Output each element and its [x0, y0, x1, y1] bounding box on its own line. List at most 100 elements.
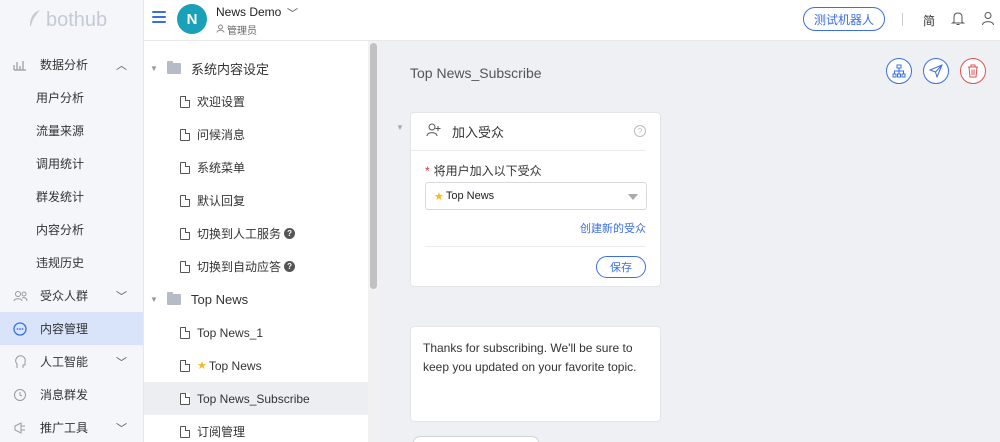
tree-item-system-menu[interactable]: 系统菜单 — [144, 151, 368, 184]
tree-item-label: 订阅管理 — [197, 425, 246, 439]
divider — [902, 13, 903, 26]
document-icon — [180, 326, 190, 339]
tree-item-greeting[interactable]: 问候消息 — [144, 118, 368, 151]
tree-item-label: Top News_Subscribe — [197, 391, 310, 406]
language-toggle[interactable]: 简 — [923, 12, 935, 29]
brand-name: bothub — [46, 8, 108, 31]
document-icon — [180, 260, 190, 273]
tree-item-switch-auto[interactable]: 切换到自动应答 ? — [144, 250, 368, 283]
audience-field-label: * 将用户加入以下受众 — [425, 162, 542, 179]
user-icon — [216, 24, 225, 35]
sidebar-subitem-traffic-source[interactable]: 流量来源 — [0, 114, 143, 147]
sidebar-item-label: 数据分析 — [40, 58, 89, 72]
tree-item-label: 系统菜单 — [197, 161, 246, 175]
tree-item-label: 问候消息 — [197, 128, 246, 142]
bot-role: 管理员 — [216, 22, 257, 37]
caret-down-icon: ▼ — [150, 64, 158, 73]
tree-item-subscription-management[interactable]: 订阅管理 — [144, 415, 368, 442]
help-icon[interactable]: ? — [284, 261, 296, 272]
sidebar-item-audience[interactable]: 受众人群 ﹀ — [0, 279, 143, 312]
tree-item-default-reply[interactable]: 默认回复 — [144, 184, 368, 217]
document-icon — [180, 392, 190, 405]
brain-icon — [12, 354, 28, 370]
sidebar-item-label: 推广工具 — [40, 421, 89, 435]
brand-logo[interactable]: bothub — [0, 0, 143, 40]
star-icon: ★ — [197, 360, 207, 372]
sidebar-subitem-content-analysis[interactable]: 内容分析 — [0, 213, 143, 246]
sidebar-subitem-violation-history[interactable]: 违规历史 — [0, 246, 143, 279]
scrollbar-thumb[interactable] — [370, 43, 377, 289]
sidebar-item-label: 受众人群 — [40, 289, 89, 303]
document-icon — [180, 95, 190, 108]
star-icon: ★ — [434, 190, 444, 203]
broadcast-icon — [12, 387, 28, 403]
sidebar-item-ai[interactable]: 人工智能 ﹀ — [0, 345, 143, 378]
send-icon[interactable] — [923, 58, 949, 84]
question-icon[interactable]: ? — [634, 125, 646, 137]
bot-name[interactable]: News Demo — [216, 5, 281, 19]
sidebar-item-content-management[interactable]: 内容管理 — [0, 312, 143, 345]
trash-icon[interactable] — [960, 58, 986, 84]
tree-item-welcome[interactable]: 欢迎设置 — [144, 85, 368, 118]
tree-item-label: 切换到人工服务 — [197, 227, 282, 241]
document-icon — [180, 227, 190, 240]
tree-item-label: 切换到自动应答 — [197, 260, 282, 274]
audience-field-text: 将用户加入以下受众 — [433, 164, 542, 178]
document-icon — [180, 359, 190, 372]
caret-down-icon — [628, 194, 638, 200]
top-header: N News Demo ﹀ 管理员 测试机器人 简 — [144, 0, 1000, 41]
tree-folder-top-news[interactable]: ▼ Top News — [144, 283, 368, 316]
audience-select[interactable]: ★ Top News — [425, 182, 647, 210]
help-icon[interactable]: ? — [284, 228, 296, 239]
user-account-icon[interactable] — [981, 11, 997, 27]
promo-icon — [12, 420, 28, 436]
document-icon — [180, 161, 190, 174]
page-title: Top News_Subscribe — [410, 65, 542, 81]
feather-icon — [28, 9, 42, 32]
required-marker: * — [425, 164, 430, 178]
sidebar-subitem-user-analysis[interactable]: 用户分析 — [0, 81, 143, 114]
card-header: 加入受众 ? — [411, 113, 646, 151]
document-icon — [180, 425, 190, 438]
users-icon — [12, 288, 28, 304]
text-message-card[interactable]: Thanks for subscribing. We'll be sure to… — [410, 326, 661, 422]
next-card-stub[interactable] — [413, 436, 539, 442]
tree-item-top-news-subscribe[interactable]: Top News_Subscribe — [144, 382, 368, 415]
chevron-up-icon: ︿ — [116, 59, 127, 72]
card-title: 加入受众 — [452, 125, 505, 140]
bot-avatar[interactable]: N — [177, 4, 207, 34]
add-user-icon — [426, 123, 442, 140]
chat-icon — [12, 321, 28, 337]
add-to-audience-card: 加入受众 ? * 将用户加入以下受众 ★ Top News 创建新的受众 保存 — [410, 112, 661, 287]
hamburger-menu-icon[interactable] — [152, 11, 166, 25]
divider — [425, 246, 646, 247]
sidebar: bothub 数据分析 ︿ 用户分析 流量来源 调用统计 群发统计 内容分析 违… — [0, 0, 144, 442]
sidebar-item-label: 内容管理 — [40, 322, 89, 336]
sidebar-item-broadcast[interactable]: 消息群发 — [0, 378, 143, 411]
sidebar-item-label: 消息群发 — [40, 388, 89, 402]
sitemap-icon[interactable] — [886, 58, 912, 84]
message-text[interactable]: Thanks for subscribing. We'll be sure to… — [423, 341, 636, 374]
tree-scrollbar[interactable] — [368, 41, 379, 442]
sidebar-item-data-analysis[interactable]: 数据分析 ︿ — [0, 48, 143, 81]
test-bot-button[interactable]: 测试机器人 — [803, 7, 885, 31]
caret-down-icon: ▼ — [150, 295, 158, 304]
bot-role-label: 管理员 — [227, 26, 257, 37]
chevron-down-icon: ﹀ — [116, 356, 127, 369]
tree-item-top-news[interactable]: ★ Top News — [144, 349, 368, 382]
folder-icon — [167, 292, 181, 305]
chevron-down-icon[interactable]: ﹀ — [287, 5, 298, 21]
tree-folder-system-settings[interactable]: ▼ 系统内容设定 — [144, 52, 368, 85]
sidebar-subitem-broadcast-stats[interactable]: 群发统计 — [0, 180, 143, 213]
sidebar-item-promo-tools[interactable]: 推广工具 ﹀ — [0, 411, 143, 442]
tree-item-switch-human[interactable]: 切换到人工服务 ? — [144, 217, 368, 250]
document-icon — [180, 194, 190, 207]
bell-icon[interactable] — [950, 11, 967, 27]
create-audience-link[interactable]: 创建新的受众 — [580, 220, 646, 236]
tree-folder-label: 系统内容设定 — [191, 62, 270, 77]
collapse-caret-icon[interactable]: ▼ — [396, 123, 404, 132]
tree-item-label: Top News — [208, 358, 262, 373]
sidebar-subitem-call-stats[interactable]: 调用统计 — [0, 147, 143, 180]
tree-item-top-news-1[interactable]: Top News_1 — [144, 316, 368, 349]
save-button[interactable]: 保存 — [596, 256, 646, 278]
